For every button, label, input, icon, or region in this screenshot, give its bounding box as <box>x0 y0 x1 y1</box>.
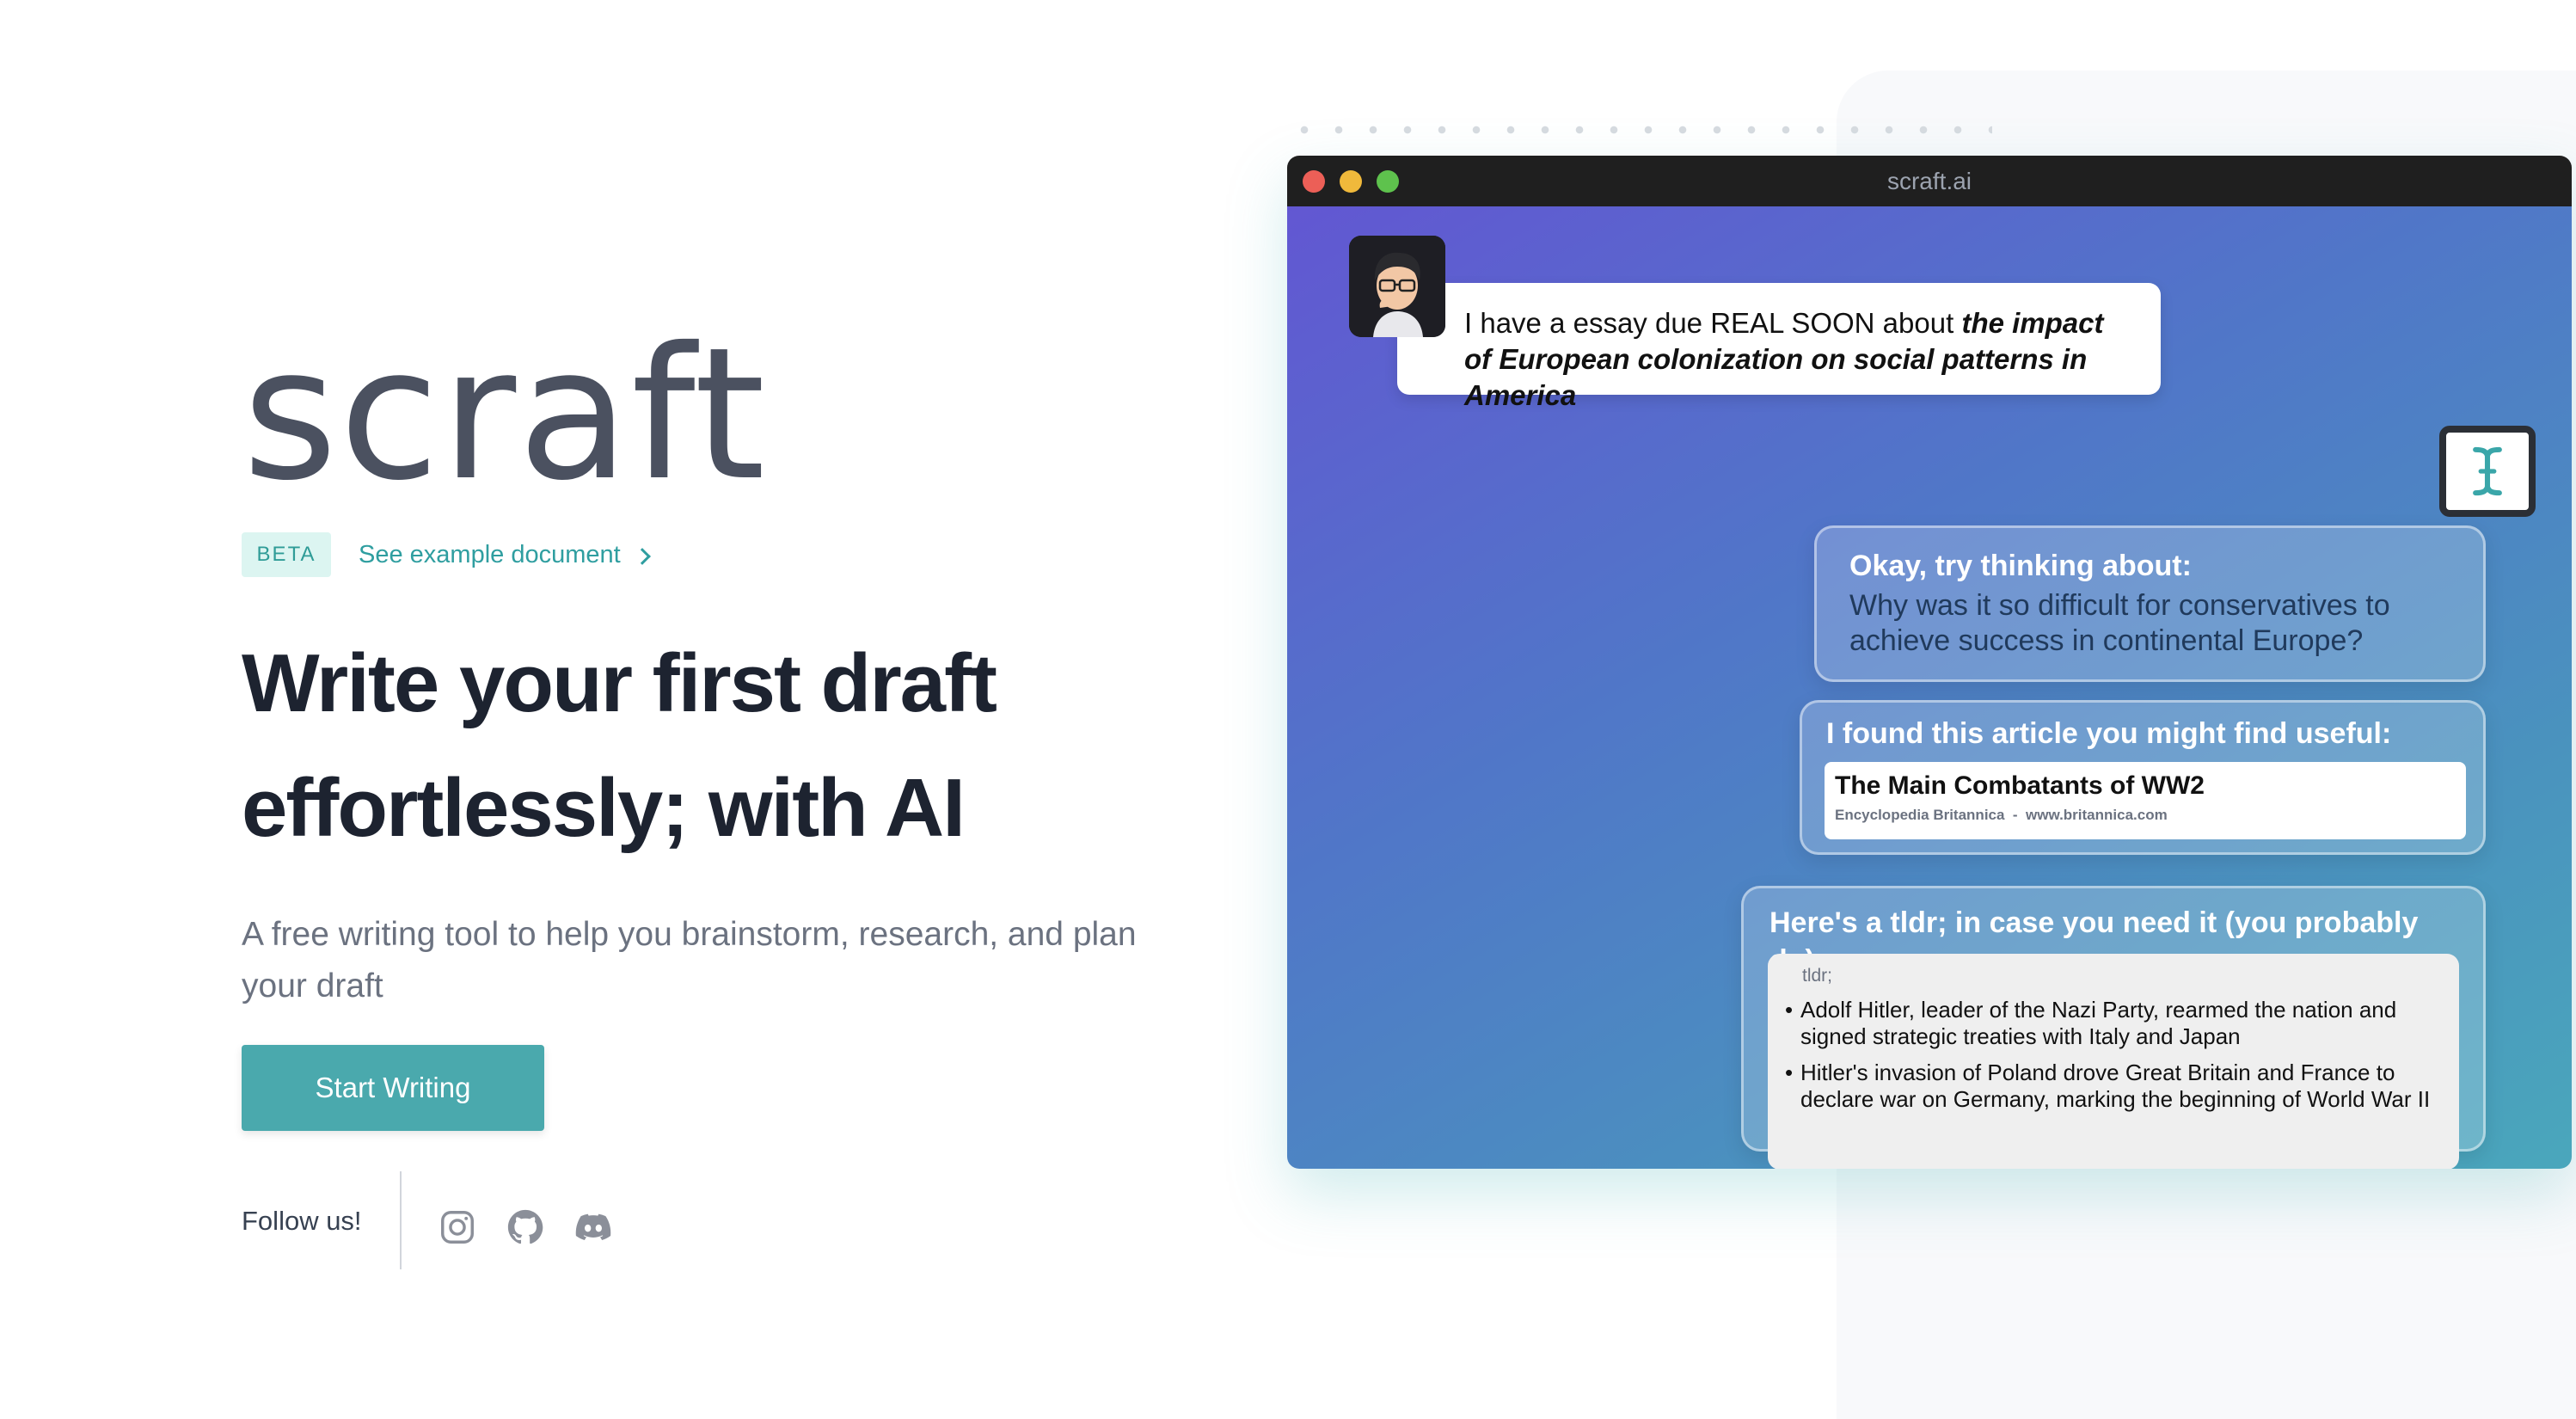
github-icon[interactable] <box>506 1207 545 1247</box>
tldr-box: tldr; Adolf Hitler, leader of the Nazi P… <box>1768 954 2459 1169</box>
article-card-heading: I found this article you might find usef… <box>1826 717 2392 750</box>
article-meta: Encyclopedia Britannica - www.britannica… <box>1835 803 2456 827</box>
follow-us-label: Follow us! <box>242 1206 362 1236</box>
suggestion-heading: Okay, try thinking about: <box>1849 550 2192 582</box>
assistant-cursor-icon <box>2439 426 2536 517</box>
user-message-bubble: I have a essay due REAL SOON about the i… <box>1397 283 2161 411</box>
example-link-label: See example document <box>359 541 621 568</box>
article-url: www.britannica.com <box>2026 807 2168 823</box>
article-card: I found this article you might find usef… <box>1800 700 2486 855</box>
chevron-right-icon <box>633 547 651 565</box>
start-writing-button[interactable]: Start Writing <box>242 1045 544 1131</box>
user-message-text: I have a essay due REAL SOON about <box>1464 307 1954 339</box>
article-title: The Main Combatants of WW2 <box>1835 771 2205 800</box>
tldr-label: tldr; <box>1802 966 1833 986</box>
brand-logo[interactable]: scraft <box>242 323 767 506</box>
list-item: Adolf Hitler, leader of the Nazi Party, … <box>1785 997 2442 1050</box>
list-item: Hitler's invasion of Poland drove Great … <box>1785 1060 2442 1113</box>
window-titlebar: scraft.ai <box>1287 156 2572 206</box>
window-title: scraft.ai <box>1886 168 1972 194</box>
headline-line-2: effortlessly; with AI <box>242 762 966 854</box>
article-source: Encyclopedia Britannica <box>1835 807 2005 823</box>
headline-line-1: Write your first draft <box>242 637 997 729</box>
dot-pattern <box>1287 125 1992 135</box>
hero-headline: Write your first draft effortlessly; wit… <box>242 621 1273 870</box>
suggestion-card: Okay, try thinking about: Why was it so … <box>1814 525 2486 682</box>
chat-canvas: I have a essay due REAL SOON about the i… <box>1287 206 2572 1169</box>
divider <box>400 1171 402 1269</box>
user-avatar <box>1349 236 1445 337</box>
suggestion-question: Why was it so difficult for conservative… <box>1849 589 2390 657</box>
hero-subline: A free writing tool to help you brainsto… <box>242 916 1137 1004</box>
app-preview-window: scraft.ai I have a essay due REAL SOON a… <box>1287 156 2572 1169</box>
discord-icon[interactable] <box>573 1207 613 1247</box>
article-separator: - <box>2012 807 2018 823</box>
tldr-card: Here's a tldr; in case you need it (you … <box>1741 886 2486 1169</box>
article-link[interactable]: The Main Combatants of WW2 Encyclopedia … <box>1825 762 2466 839</box>
instagram-icon[interactable] <box>438 1207 477 1247</box>
tldr-list: Adolf Hitler, leader of the Nazi Party, … <box>1785 997 2442 1113</box>
see-example-document-link[interactable]: See example document <box>359 541 651 569</box>
beta-badge: BETA <box>242 532 331 577</box>
